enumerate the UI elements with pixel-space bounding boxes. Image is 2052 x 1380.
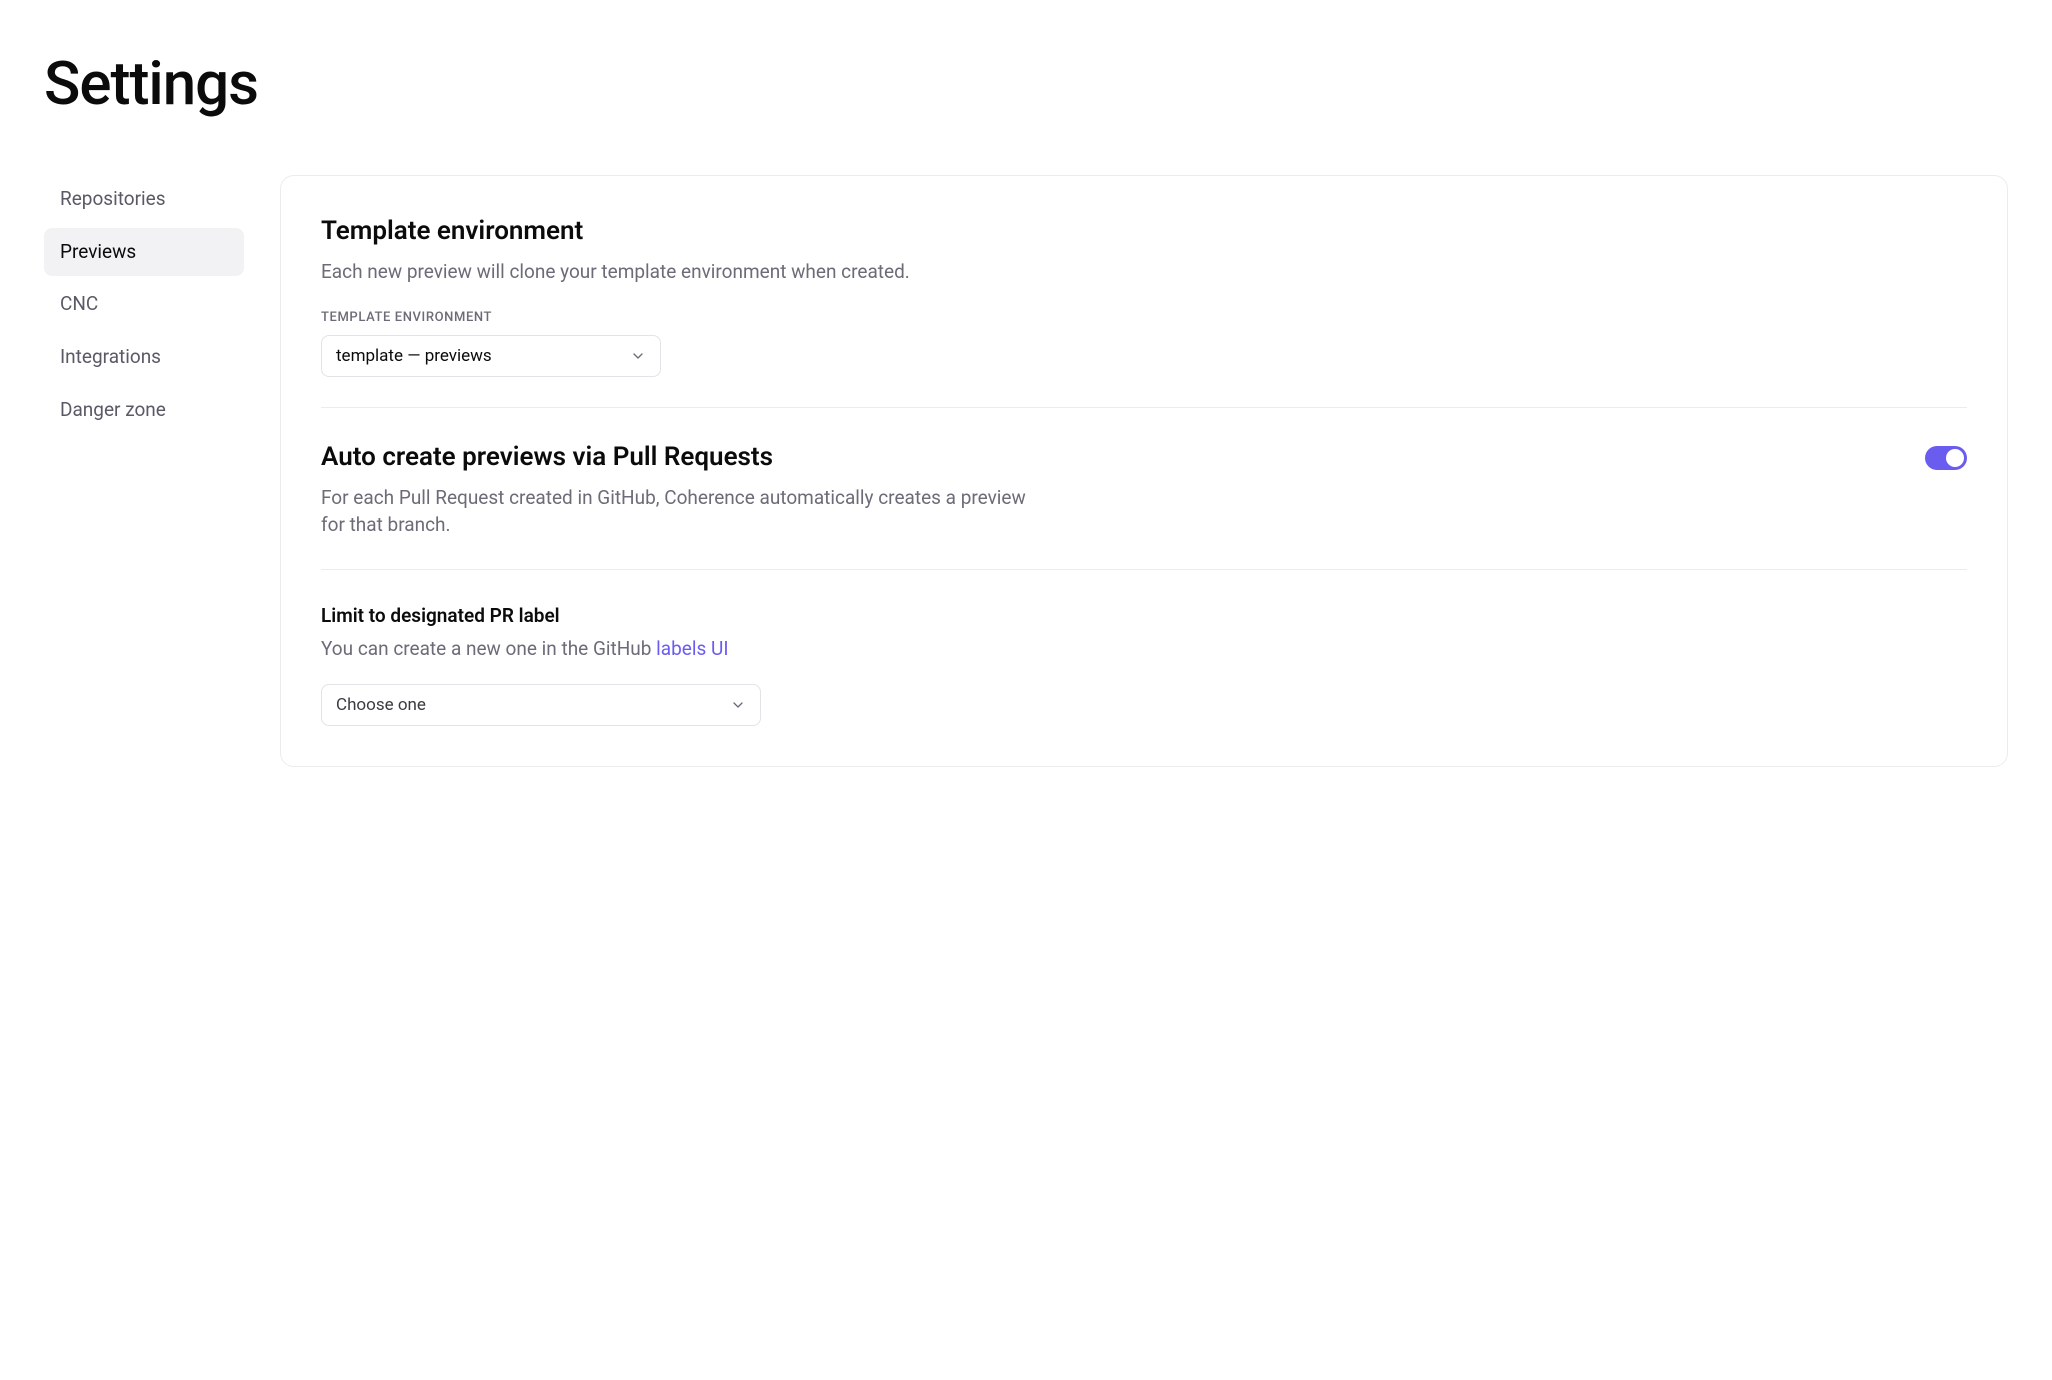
page-title: Settings [44,48,2008,119]
auto-create-toggle[interactable] [1925,446,1967,470]
settings-panel: Template environment Each new preview wi… [280,175,2008,767]
template-env-title: Template environment [321,216,1967,246]
pr-label-desc-prefix: You can create a new one in the GitHub [321,637,656,660]
section-auto-create-previews: Auto create previews via Pull Requests F… [321,407,1967,569]
template-env-select[interactable]: template — previews [321,335,661,377]
auto-create-description: For each Pull Request created in GitHub,… [321,484,1041,539]
chevron-down-icon [730,697,746,713]
sidebar-item-integrations[interactable]: Integrations [44,333,244,382]
pr-label-title: Limit to designated PR label [321,604,1967,627]
template-env-select-value: template — previews [336,346,492,366]
sidebar-item-cnc[interactable]: CNC [44,280,244,329]
pr-label-description: You can create a new one in the GitHub l… [321,635,1967,663]
labels-ui-link[interactable]: labels UI [656,637,728,660]
toggle-knob [1946,449,1964,467]
template-env-field-label: TEMPLATE ENVIRONMENT [321,310,1967,325]
sidebar-item-danger-zone[interactable]: Danger zone [44,386,244,435]
auto-create-title: Auto create previews via Pull Requests [321,442,1901,472]
sidebar-item-repositories[interactable]: Repositories [44,175,244,224]
chevron-down-icon [630,348,646,364]
pr-label-select[interactable]: Choose one [321,684,761,726]
sidebar-item-previews[interactable]: Previews [44,228,244,277]
template-env-description: Each new preview will clone your templat… [321,258,1041,286]
pr-label-select-value: Choose one [336,695,426,715]
section-pr-label: Limit to designated PR label You can cre… [321,569,1967,727]
settings-sidebar: Repositories Previews CNC Integrations D… [44,175,244,434]
settings-layout: Repositories Previews CNC Integrations D… [44,175,2008,767]
section-template-environment: Template environment Each new preview wi… [321,216,1967,407]
